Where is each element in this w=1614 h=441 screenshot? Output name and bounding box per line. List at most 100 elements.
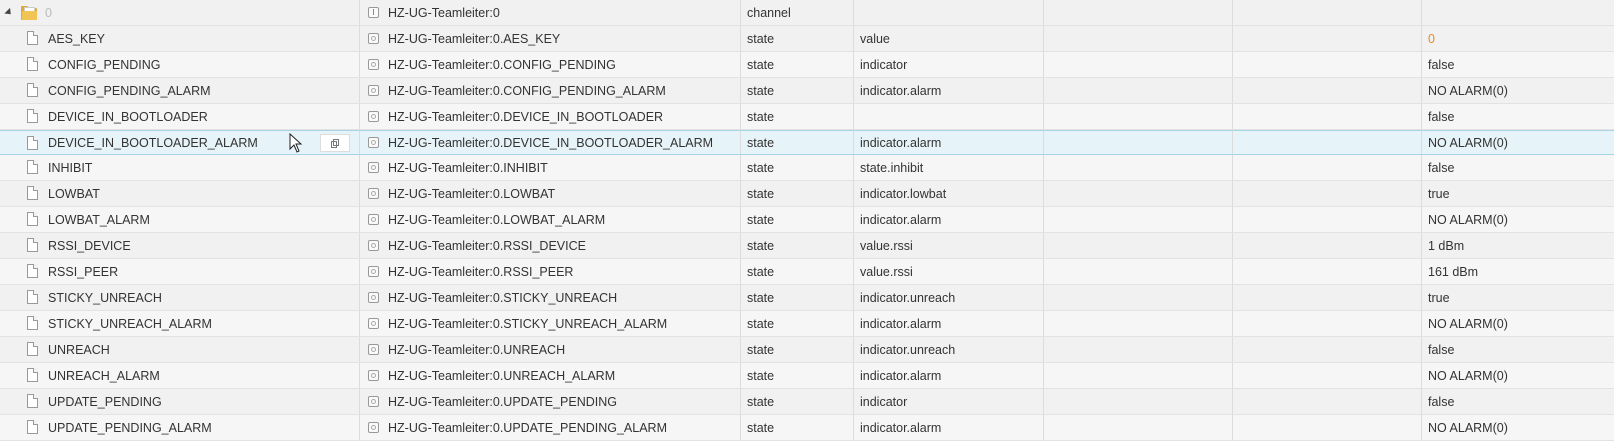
name-cell: LOWBAT <box>0 181 360 206</box>
value-cell[interactable]: false <box>1422 104 1614 129</box>
value-cell[interactable]: false <box>1422 389 1614 414</box>
table-row[interactable]: RSSI_DEVICE HZ-UG-Teamleiter:0.RSSI_DEVI… <box>0 233 1614 259</box>
table-row[interactable]: AES_KEY HZ-UG-Teamleiter:0.AES_KEY state… <box>0 26 1614 52</box>
file-icon <box>27 394 38 408</box>
value-cell[interactable]: NO ALARM(0) <box>1422 207 1614 232</box>
copy-icon <box>331 138 339 148</box>
type-cell: state <box>741 26 854 51</box>
type-cell: state <box>741 389 854 414</box>
state-icon <box>368 292 379 303</box>
name-cell: STICKY_UNREACH <box>0 285 360 310</box>
role-cell: indicator.alarm <box>854 363 1044 388</box>
empty-cell <box>1233 207 1422 232</box>
name-cell: LOWBAT_ALARM <box>0 207 360 232</box>
state-role: indicator.unreach <box>860 290 956 305</box>
table-row[interactable]: UNREACH HZ-UG-Teamleiter:0.UNREACH state… <box>0 337 1614 363</box>
empty-cell <box>1233 389 1422 414</box>
object-tree-table: 0 HZ-UG-Teamleiter:0 channel AES_KEY HZ-… <box>0 0 1614 441</box>
state-type: state <box>747 83 775 98</box>
table-row[interactable]: CONFIG_PENDING HZ-UG-Teamleiter:0.CONFIG… <box>0 52 1614 78</box>
state-type: state <box>747 135 775 150</box>
state-value: true <box>1428 290 1450 305</box>
empty-cell <box>1233 181 1422 206</box>
table-row[interactable]: CONFIG_PENDING_ALARM HZ-UG-Teamleiter:0.… <box>0 78 1614 104</box>
state-value: 0 <box>1428 31 1435 46</box>
type-cell: state <box>741 131 854 154</box>
type-cell: state <box>741 233 854 258</box>
value-cell[interactable]: true <box>1422 181 1614 206</box>
state-icon <box>368 137 379 148</box>
file-icon <box>27 368 38 382</box>
type-cell: state <box>741 285 854 310</box>
type-cell: state <box>741 155 854 180</box>
caret-down-icon[interactable] <box>4 7 14 18</box>
type-cell: state <box>741 363 854 388</box>
table-row[interactable]: STICKY_UNREACH_ALARM HZ-UG-Teamleiter:0.… <box>0 311 1614 337</box>
state-name: RSSI_PEER <box>48 264 119 279</box>
empty-cell <box>1044 337 1233 362</box>
type-cell: state <box>741 104 854 129</box>
channel-icon <box>368 7 379 18</box>
value-cell[interactable]: NO ALARM(0) <box>1422 131 1614 154</box>
empty-cell <box>1233 285 1422 310</box>
id-cell: HZ-UG-Teamleiter:0.UPDATE_PENDING <box>360 389 741 414</box>
name-cell: DEVICE_IN_BOOTLOADER <box>0 104 360 129</box>
state-id: HZ-UG-Teamleiter:0.STICKY_UNREACH <box>388 290 618 305</box>
value-cell[interactable]: NO ALARM(0) <box>1422 78 1614 103</box>
table-row[interactable]: UPDATE_PENDING HZ-UG-Teamleiter:0.UPDATE… <box>0 389 1614 415</box>
empty-cell <box>1044 181 1233 206</box>
empty-cell <box>1233 52 1422 77</box>
state-id: HZ-UG-Teamleiter:0.UPDATE_PENDING <box>388 394 617 409</box>
state-name: AES_KEY <box>48 31 105 46</box>
state-id: HZ-UG-Teamleiter:0.LOWBAT_ALARM <box>388 212 606 227</box>
empty-cell <box>1044 131 1233 154</box>
table-row[interactable]: DEVICE_IN_BOOTLOADER_ALARM HZ-UG-Teamlei… <box>0 130 1614 155</box>
value-cell[interactable]: false <box>1422 52 1614 77</box>
empty-cell <box>1044 389 1233 414</box>
state-name: LOWBAT_ALARM <box>48 212 150 227</box>
table-row[interactable]: LOWBAT_ALARM HZ-UG-Teamleiter:0.LOWBAT_A… <box>0 207 1614 233</box>
state-name: CONFIG_PENDING <box>48 57 161 72</box>
type-cell: state <box>741 52 854 77</box>
table-row[interactable]: RSSI_PEER HZ-UG-Teamleiter:0.RSSI_PEER s… <box>0 259 1614 285</box>
state-icon <box>368 344 379 355</box>
root-name-wrap: 0 <box>4 5 52 20</box>
role-cell: indicator.lowbat <box>854 181 1044 206</box>
state-icon <box>368 59 379 70</box>
id-cell: HZ-UG-Teamleiter:0.RSSI_DEVICE <box>360 233 741 258</box>
state-id: HZ-UG-Teamleiter:0.DEVICE_IN_BOOTLOADER <box>388 109 664 124</box>
file-icon <box>27 238 38 252</box>
state-id: HZ-UG-Teamleiter:0.UNREACH_ALARM <box>388 368 616 383</box>
state-type: state <box>747 342 775 357</box>
table-row[interactable]: STICKY_UNREACH HZ-UG-Teamleiter:0.STICKY… <box>0 285 1614 311</box>
state-value: false <box>1428 394 1455 409</box>
role-cell: value.rssi <box>854 233 1044 258</box>
table-row[interactable]: UPDATE_PENDING_ALARM HZ-UG-Teamleiter:0.… <box>0 415 1614 441</box>
name-cell: RSSI_PEER <box>0 259 360 284</box>
copy-id-button[interactable] <box>320 134 350 152</box>
state-icon <box>368 318 379 329</box>
table-row[interactable]: LOWBAT HZ-UG-Teamleiter:0.LOWBAT state i… <box>0 181 1614 207</box>
file-icon <box>27 420 38 434</box>
table-row[interactable]: DEVICE_IN_BOOTLOADER HZ-UG-Teamleiter:0.… <box>0 104 1614 130</box>
state-type: state <box>747 186 775 201</box>
table-row[interactable]: INHIBIT HZ-UG-Teamleiter:0.INHIBIT state… <box>0 155 1614 181</box>
file-icon <box>27 109 38 123</box>
value-cell[interactable]: 1 dBm <box>1422 233 1614 258</box>
value-cell[interactable]: true <box>1422 285 1614 310</box>
value-cell[interactable]: NO ALARM(0) <box>1422 363 1614 388</box>
value-cell[interactable]: 0 <box>1422 26 1614 51</box>
value-cell[interactable]: 161 dBm <box>1422 259 1614 284</box>
state-id: HZ-UG-Teamleiter:0.CONFIG_PENDING <box>388 57 616 72</box>
value-cell[interactable]: false <box>1422 155 1614 180</box>
state-id: HZ-UG-Teamleiter:0.RSSI_DEVICE <box>388 238 586 253</box>
tree-row-channel[interactable]: 0 HZ-UG-Teamleiter:0 channel <box>0 0 1614 26</box>
table-row[interactable]: UNREACH_ALARM HZ-UG-Teamleiter:0.UNREACH… <box>0 363 1614 389</box>
id-cell: HZ-UG-Teamleiter:0.STICKY_UNREACH <box>360 285 741 310</box>
value-cell[interactable]: NO ALARM(0) <box>1422 311 1614 336</box>
empty-cell <box>1233 26 1422 51</box>
state-type: state <box>747 290 775 305</box>
state-type: state <box>747 394 775 409</box>
value-cell[interactable]: false <box>1422 337 1614 362</box>
state-role: indicator.alarm <box>860 368 942 383</box>
